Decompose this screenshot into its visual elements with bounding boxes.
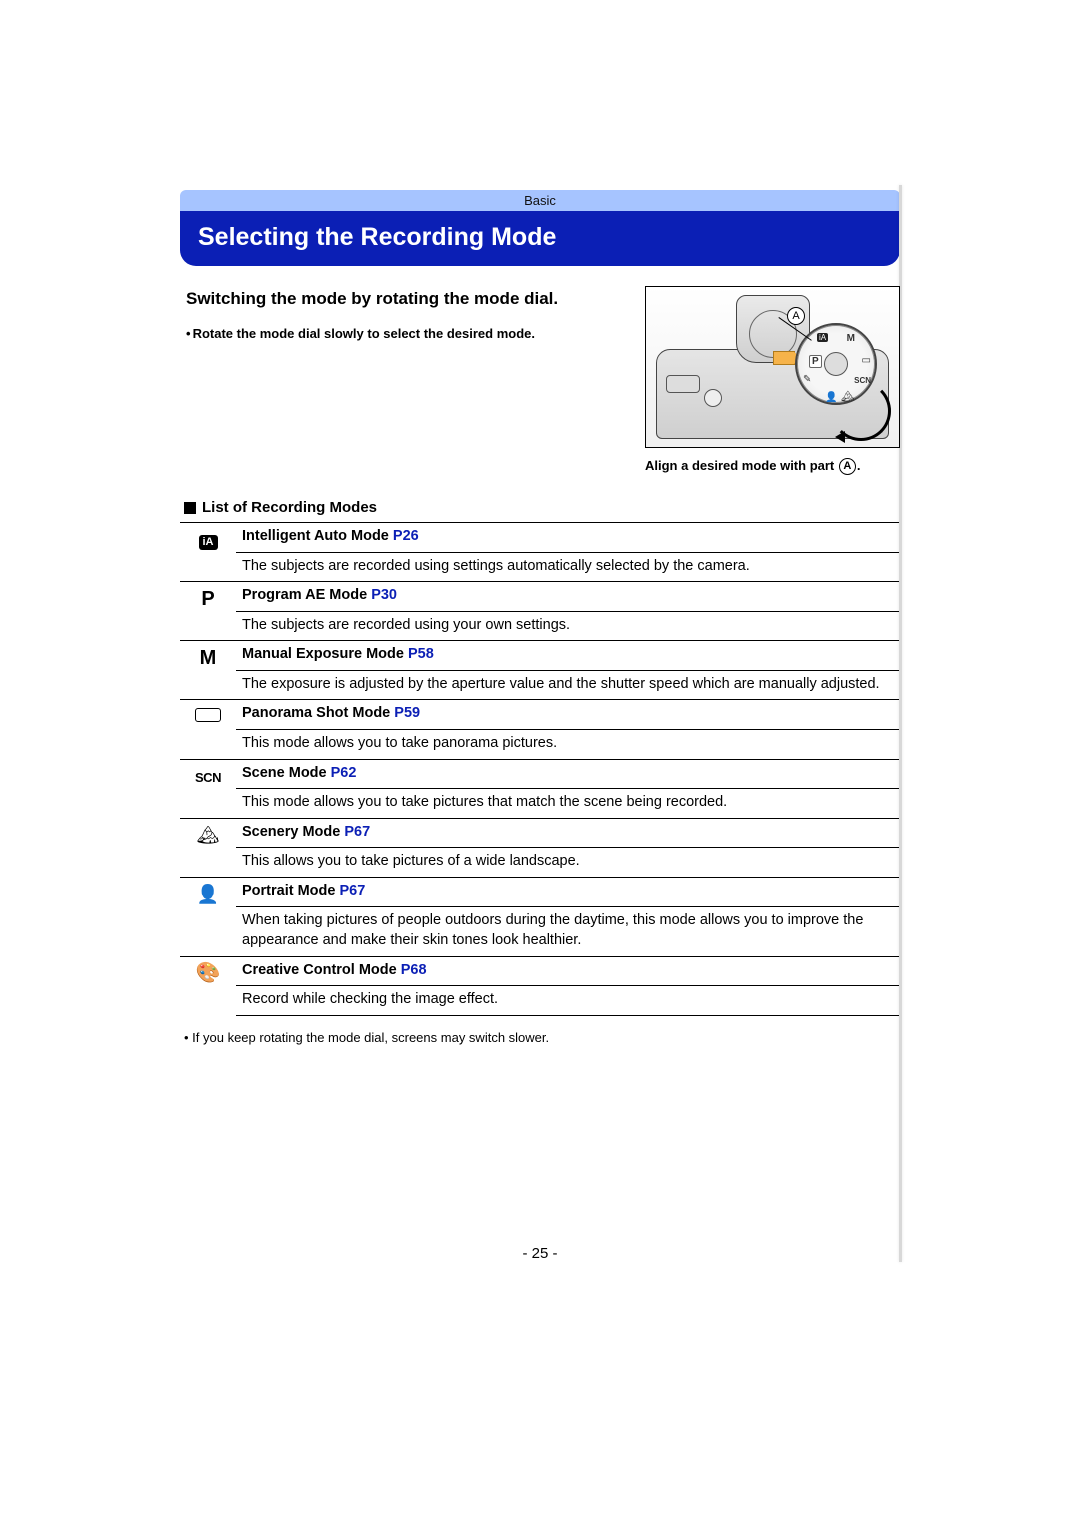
page-ref-link[interactable]: P62 [331, 765, 357, 781]
footnote: • If you keep rotating the mode dial, sc… [184, 1030, 900, 1045]
mode-name: Scenery Mode [242, 824, 340, 840]
mode-desc: The subjects are recorded using your own… [236, 611, 900, 641]
mode-desc: When taking pictures of people outdoors … [236, 907, 900, 956]
mode-icon-p: P [180, 582, 236, 641]
table-row: Panorama Shot Mode P59 [180, 700, 900, 730]
instruction-text: Rotate the mode dial slowly to select th… [193, 325, 535, 343]
mode-icon-m: M [180, 641, 236, 700]
subtitle: Switching the mode by rotating the mode … [186, 288, 615, 311]
diagram-caption: Align a desired mode with part A. [645, 458, 900, 475]
table-row: The subjects are recorded using settings… [180, 552, 900, 582]
mode-icon-panorama [180, 700, 236, 759]
table-row: M Manual Exposure Mode P58 [180, 641, 900, 671]
table-row: iA Intelligent Auto Mode P26 [180, 523, 900, 553]
table-row: This allows you to take pictures of a wi… [180, 848, 900, 878]
page-ref-link[interactable]: P30 [371, 587, 397, 603]
arrow-tip-icon [835, 431, 845, 443]
square-bullet-icon [184, 502, 196, 514]
table-row: This mode allows you to take panorama pi… [180, 730, 900, 760]
mode-desc: This mode allows you to take panorama pi… [236, 730, 900, 760]
manual-page: Basic Selecting the Recording Mode Switc… [180, 190, 900, 1262]
page-ref-link[interactable]: P67 [344, 824, 370, 840]
table-row: Record while checking the image effect. [180, 986, 900, 1016]
modes-table: iA Intelligent Auto Mode P26 The subject… [180, 522, 900, 1016]
table-row: P Program AE Mode P30 [180, 582, 900, 612]
mode-icon-scenery: 🏔 [180, 818, 236, 877]
mode-icon-creative: 🎨 [180, 956, 236, 1015]
mode-desc: The exposure is adjusted by the aperture… [236, 670, 900, 700]
bullet-icon: • [186, 325, 191, 343]
mode-dial-diagram: iA P M ▭ SCN 🏔 👤 ✎ A [645, 286, 900, 448]
mode-name: Program AE Mode [242, 587, 367, 603]
mode-desc: This allows you to take pictures of a wi… [236, 848, 900, 878]
table-row: This mode allows you to take pictures th… [180, 789, 900, 819]
mode-icon-scn: SCN [180, 759, 236, 818]
list-heading: List of Recording Modes [184, 499, 900, 516]
mode-name: Panorama Shot Mode [242, 705, 390, 721]
table-row: When taking pictures of people outdoors … [180, 907, 900, 956]
callout-a-icon: A [787, 307, 805, 325]
page-ref-link[interactable]: P26 [393, 528, 419, 544]
mode-name: Portrait Mode [242, 883, 335, 899]
table-row: The exposure is adjusted by the aperture… [180, 670, 900, 700]
table-row: 🏔 Scenery Mode P67 [180, 818, 900, 848]
mode-icon-portrait: 👤 [180, 877, 236, 956]
page-ref-link[interactable]: P59 [394, 705, 420, 721]
page-ref-link[interactable]: P67 [339, 883, 365, 899]
mode-name: Scene Mode [242, 765, 327, 781]
table-row: The subjects are recorded using your own… [180, 611, 900, 641]
mode-icon-ia: iA [180, 523, 236, 582]
table-row: 👤 Portrait Mode P67 [180, 877, 900, 907]
mode-desc: This mode allows you to take pictures th… [236, 789, 900, 819]
page-title: Selecting the Recording Mode [180, 211, 900, 266]
table-row: SCN Scene Mode P62 [180, 759, 900, 789]
instruction-bullet: • Rotate the mode dial slowly to select … [186, 325, 615, 343]
page-ref-link[interactable]: P68 [401, 962, 427, 978]
mode-desc: The subjects are recorded using settings… [236, 552, 900, 582]
page-ref-link[interactable]: P58 [408, 646, 434, 662]
mode-name: Intelligent Auto Mode [242, 528, 389, 544]
mode-desc: Record while checking the image effect. [236, 986, 900, 1016]
dial-index-icon [773, 351, 795, 365]
section-header: Basic [180, 190, 900, 211]
table-row: 🎨 Creative Control Mode P68 [180, 956, 900, 986]
page-number: - 25 - [180, 1245, 900, 1262]
mode-name: Manual Exposure Mode [242, 646, 404, 662]
mode-name: Creative Control Mode [242, 962, 397, 978]
